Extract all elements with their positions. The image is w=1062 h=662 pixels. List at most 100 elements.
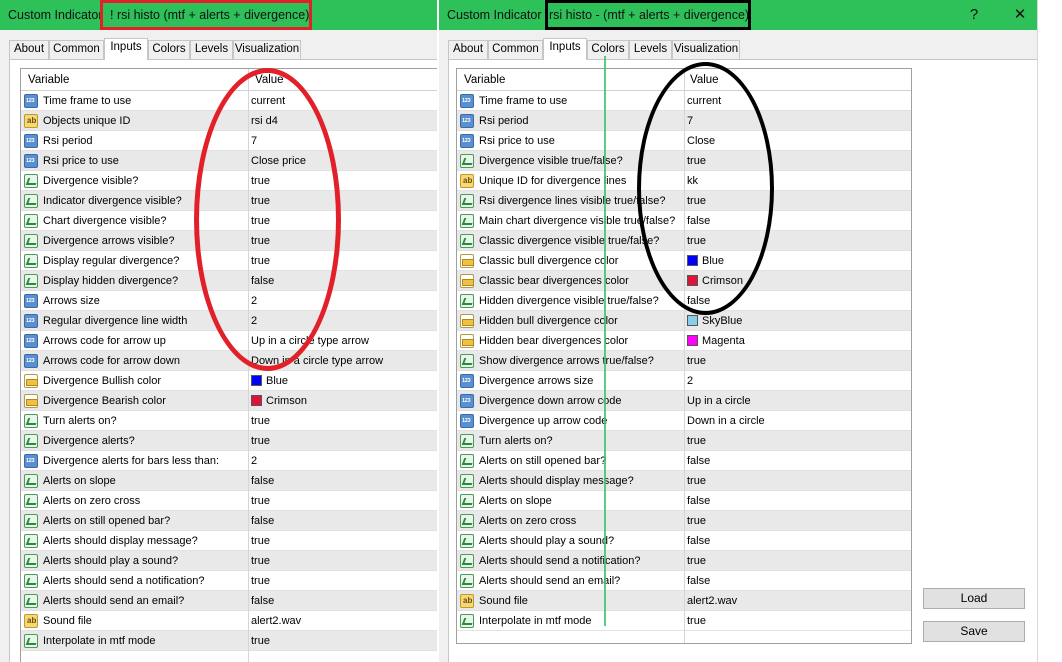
parameter-row[interactable]: Alerts should play a sound? true: [21, 551, 437, 571]
parameter-row[interactable]: Arrows size 2: [21, 291, 437, 311]
parameter-row[interactable]: Indicator divergence visible? true: [21, 191, 437, 211]
save-button[interactable]: Save: [923, 621, 1025, 642]
parameter-row[interactable]: Divergence alerts for bars less than: 2: [21, 451, 437, 471]
parameter-value[interactable]: true: [687, 555, 706, 567]
parameter-value[interactable]: false: [687, 455, 710, 467]
parameter-row[interactable]: Alerts on still opened bar? false: [21, 511, 437, 531]
parameter-value[interactable]: false: [251, 475, 274, 487]
left-header-variable[interactable]: Variable: [28, 74, 69, 86]
parameter-row[interactable]: Alerts on slope false: [21, 471, 437, 491]
parameter-value[interactable]: Up in a circle: [687, 395, 751, 407]
parameter-row[interactable]: Display hidden divergence? false: [21, 271, 437, 291]
parameter-value[interactable]: 7: [251, 135, 257, 147]
parameter-value[interactable]: true: [251, 575, 270, 587]
parameter-row[interactable]: Divergence arrows visible? true: [21, 231, 437, 251]
parameter-row[interactable]: Interpolate in mtf mode true: [21, 631, 437, 651]
parameter-value[interactable]: true: [687, 355, 706, 367]
parameter-row[interactable]: Display regular divergence? true: [21, 251, 437, 271]
right-tab-common[interactable]: Common: [488, 40, 543, 59]
parameter-value[interactable]: Down in a circle type arrow: [251, 355, 383, 367]
parameter-value[interactable]: alert2.wav: [251, 615, 301, 627]
left-tab-colors[interactable]: Colors: [148, 40, 190, 59]
parameter-value[interactable]: rsi d4: [251, 115, 278, 127]
left-inputs-grid[interactable]: Variable Value Time frame to use current O…: [20, 68, 437, 662]
parameter-value[interactable]: Blue: [251, 375, 288, 387]
right-header-value[interactable]: Value: [690, 74, 719, 86]
parameter-value[interactable]: true: [251, 235, 270, 247]
load-button[interactable]: Load: [923, 588, 1025, 609]
parameter-value[interactable]: current: [251, 95, 285, 107]
parameter-value[interactable]: true: [251, 175, 270, 187]
parameter-value[interactable]: Blue: [687, 255, 724, 267]
parameter-value[interactable]: true: [687, 515, 706, 527]
parameter-row[interactable]: Arrows code for arrow up Up in a circle t…: [21, 331, 437, 351]
parameter-row[interactable]: Rsi period 7: [21, 131, 437, 151]
parameter-value[interactable]: true: [251, 415, 270, 427]
parameter-value[interactable]: true: [251, 435, 270, 447]
parameter-value[interactable]: kk: [687, 175, 698, 187]
parameter-row[interactable]: Chart divergence visible? true: [21, 211, 437, 231]
parameter-value[interactable]: false: [687, 295, 710, 307]
parameter-value[interactable]: false: [251, 515, 274, 527]
left-tab-levels[interactable]: Levels: [190, 40, 233, 59]
parameter-value[interactable]: 2: [251, 315, 257, 327]
parameter-row[interactable]: Sound file alert2.wav: [21, 611, 437, 631]
parameter-value[interactable]: current: [687, 95, 721, 107]
parameter-row[interactable]: Divergence Bearish color Crimson: [21, 391, 437, 411]
parameter-row[interactable]: Alerts should send a notification? true: [21, 571, 437, 591]
parameter-value[interactable]: Crimson: [251, 395, 307, 407]
parameter-row[interactable]: Alerts should send an email? false: [21, 591, 437, 611]
parameter-value[interactable]: true: [687, 435, 706, 447]
parameter-value[interactable]: false: [687, 495, 710, 507]
parameter-value[interactable]: true: [251, 495, 270, 507]
parameter-value[interactable]: 2: [251, 295, 257, 307]
parameter-value[interactable]: true: [687, 475, 706, 487]
parameter-value[interactable]: true: [687, 195, 706, 207]
right-header-variable[interactable]: Variable: [464, 74, 505, 86]
parameter-row[interactable]: Arrows code for arrow down Down in a circ…: [21, 351, 437, 371]
right-titlebar[interactable]: Custom Indicator rsi histo - (mtf + aler…: [439, 0, 1037, 30]
parameter-value[interactable]: Close: [687, 135, 715, 147]
parameter-value[interactable]: true: [251, 535, 270, 547]
parameter-row[interactable]: Alerts on zero cross true: [21, 491, 437, 511]
parameter-row[interactable]: Regular divergence line width 2: [21, 311, 437, 331]
parameter-value[interactable]: true: [687, 155, 706, 167]
parameter-value[interactable]: true: [687, 615, 706, 627]
right-tab-levels[interactable]: Levels: [629, 40, 672, 59]
parameter-row[interactable]: Time frame to use current: [21, 91, 437, 111]
parameter-value[interactable]: 2: [687, 375, 693, 387]
left-header-value[interactable]: Value: [255, 74, 284, 86]
parameter-value[interactable]: alert2.wav: [687, 595, 737, 607]
parameter-value[interactable]: false: [687, 535, 710, 547]
right-tab-about[interactable]: About: [448, 40, 488, 59]
parameter-value[interactable]: Close price: [251, 155, 306, 167]
parameter-value[interactable]: true: [687, 235, 706, 247]
parameter-row[interactable]: Divergence alerts? true: [21, 431, 437, 451]
parameter-value[interactable]: false: [687, 215, 710, 227]
close-icon[interactable]: ✕: [1009, 4, 1031, 26]
right-tab-colors[interactable]: Colors: [587, 40, 629, 59]
parameter-value[interactable]: true: [251, 635, 270, 647]
parameter-value[interactable]: Up in a circle type arrow: [251, 335, 369, 347]
left-tab-inputs[interactable]: Inputs: [104, 38, 148, 60]
parameter-value[interactable]: Crimson: [687, 275, 743, 287]
parameter-value[interactable]: false: [251, 595, 274, 607]
parameter-value[interactable]: Magenta: [687, 335, 745, 347]
parameter-row[interactable]: Alerts should display message? true: [21, 531, 437, 551]
parameter-value[interactable]: Down in a circle: [687, 415, 765, 427]
left-tab-visualization[interactable]: Visualization: [233, 40, 301, 59]
parameter-value[interactable]: false: [687, 575, 710, 587]
left-tab-about[interactable]: About: [9, 40, 49, 59]
right-inputs-grid[interactable]: Variable Value Time frame to use current R…: [456, 68, 912, 644]
parameter-row[interactable]: Objects unique ID rsi d4: [21, 111, 437, 131]
parameter-value[interactable]: SkyBlue: [687, 315, 742, 327]
parameter-value[interactable]: true: [251, 555, 270, 567]
parameter-row[interactable]: Divergence Bullish color Blue: [21, 371, 437, 391]
parameter-value[interactable]: true: [251, 255, 270, 267]
parameter-row[interactable]: Rsi price to use Close price: [21, 151, 437, 171]
left-titlebar[interactable]: Custom Indicator ! rsi histo (mtf + aler…: [0, 0, 437, 30]
parameter-value[interactable]: true: [251, 215, 270, 227]
left-tab-common[interactable]: Common: [49, 40, 104, 59]
parameter-row[interactable]: Divergence visible? true: [21, 171, 437, 191]
parameter-value[interactable]: false: [251, 275, 274, 287]
